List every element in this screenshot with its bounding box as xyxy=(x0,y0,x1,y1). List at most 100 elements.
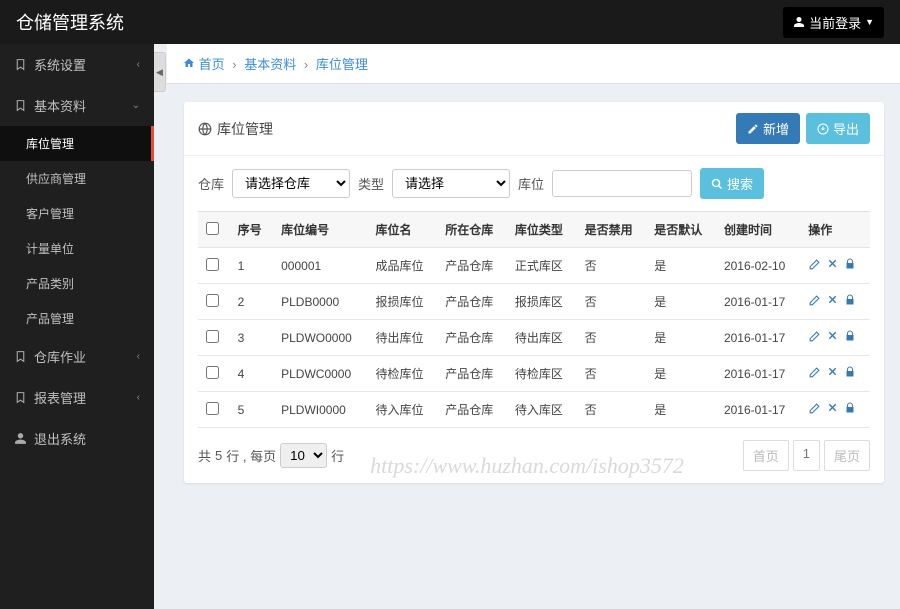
cell-name: 待检库位 xyxy=(368,356,438,392)
sidebar-item-1-5[interactable]: 产品管理 xyxy=(0,301,154,336)
cell-type: 待检库区 xyxy=(507,356,577,392)
lock-icon[interactable] xyxy=(844,366,856,382)
cell-name: 报损库位 xyxy=(368,284,438,320)
row-checkbox[interactable] xyxy=(206,402,219,415)
globe-icon xyxy=(198,122,212,136)
col-header: 序号 xyxy=(230,212,274,248)
pager-first[interactable]: 首页 xyxy=(743,440,789,471)
cell-type: 正式库区 xyxy=(507,248,577,284)
col-header: 是否默认 xyxy=(646,212,716,248)
cell-wh: 产品仓库 xyxy=(437,248,507,284)
content-area: ◀ 首页 › 基本资料 › 库位管理 库位管理 xyxy=(154,44,900,609)
filter-type-select[interactable]: 请选择 xyxy=(392,169,510,198)
data-table: 序号库位编号库位名所在仓库库位类型是否禁用是否默认创建时间操作 1000001成… xyxy=(198,211,870,428)
cell-created: 2016-01-17 xyxy=(716,356,800,392)
sidebar-item-1-1[interactable]: 供应商管理 xyxy=(0,161,154,196)
main-panel: 库位管理 新增 导出 xyxy=(184,102,884,483)
cell-default: 是 xyxy=(646,356,716,392)
cell-created: 2016-01-17 xyxy=(716,320,800,356)
chevron-left-icon: ‹ xyxy=(137,392,140,403)
pager-mid: 行 , 每页 xyxy=(226,446,276,465)
sidebar-group-2[interactable]: 仓库作业‹ xyxy=(0,336,154,377)
cell-disabled: 否 xyxy=(577,248,647,284)
cell-code: PLDB0000 xyxy=(273,284,367,320)
edit-icon[interactable] xyxy=(808,330,821,346)
sidebar-group-0[interactable]: 系统设置‹ xyxy=(0,44,154,85)
panel-title: 库位管理 xyxy=(198,119,273,139)
sidebar-group-1[interactable]: 基本资料⌄ xyxy=(0,85,154,126)
sidebar-item-1-0[interactable]: 库位管理 xyxy=(0,126,154,161)
sidebar-item-1-4[interactable]: 产品类别 xyxy=(0,266,154,301)
per-page-select[interactable]: 10 xyxy=(280,443,327,468)
current-login-button[interactable]: 当前登录 ▼ xyxy=(783,7,884,38)
row-checkbox[interactable] xyxy=(206,330,219,343)
bookmark-icon xyxy=(14,99,27,112)
breadcrumb: 首页 › 基本资料 › 库位管理 xyxy=(167,44,900,84)
lock-icon[interactable] xyxy=(844,330,856,346)
filter-warehouse-label: 仓库 xyxy=(198,174,224,193)
lock-icon[interactable] xyxy=(844,258,856,274)
caret-down-icon: ▼ xyxy=(865,17,874,27)
row-checkbox[interactable] xyxy=(206,366,219,379)
search-button[interactable]: 搜索 xyxy=(700,168,764,199)
sidebar-group-3[interactable]: 报表管理‹ xyxy=(0,377,154,418)
col-header: 所在仓库 xyxy=(437,212,507,248)
edit-icon[interactable] xyxy=(808,258,821,274)
cell-default: 是 xyxy=(646,392,716,428)
delete-icon[interactable] xyxy=(827,258,838,274)
chevron-left-icon: ‹ xyxy=(137,59,140,70)
delete-icon[interactable] xyxy=(827,294,838,310)
breadcrumb-sep: › xyxy=(304,57,308,72)
edit-icon[interactable] xyxy=(808,294,821,310)
cell-code: PLDWO0000 xyxy=(273,320,367,356)
breadcrumb-home[interactable]: 首页 xyxy=(199,57,225,72)
filter-loc-label: 库位 xyxy=(518,174,544,193)
select-all-checkbox[interactable] xyxy=(206,222,219,235)
cell-disabled: 否 xyxy=(577,284,647,320)
panel-header: 库位管理 新增 导出 xyxy=(184,102,884,156)
table-row: 3PLDWO0000待出库位产品仓库待出库区否是2016-01-17 xyxy=(198,320,870,356)
breadcrumb-l1[interactable]: 基本资料 xyxy=(244,57,296,72)
delete-icon[interactable] xyxy=(827,366,838,382)
delete-icon[interactable] xyxy=(827,402,838,418)
sidebar-item-1-2[interactable]: 客户管理 xyxy=(0,196,154,231)
edit-icon[interactable] xyxy=(808,366,821,382)
pager-count: 5 xyxy=(215,448,222,463)
cell-default: 是 xyxy=(646,248,716,284)
sidebar-item-1-3[interactable]: 计量单位 xyxy=(0,231,154,266)
search-icon xyxy=(711,178,723,190)
filter-bar: 仓库 请选择仓库 类型 请选择 库位 搜索 xyxy=(184,156,884,211)
lock-icon[interactable] xyxy=(844,294,856,310)
pager-last[interactable]: 尾页 xyxy=(824,440,870,471)
export-button[interactable]: 导出 xyxy=(806,113,870,144)
breadcrumb-l2[interactable]: 库位管理 xyxy=(316,57,368,72)
col-header: 库位名 xyxy=(368,212,438,248)
sidebar-group-4[interactable]: 退出系统 xyxy=(0,418,154,459)
cell-disabled: 否 xyxy=(577,392,647,428)
lock-icon[interactable] xyxy=(844,402,856,418)
pager-prefix: 共 xyxy=(198,446,211,465)
cell-created: 2016-02-10 xyxy=(716,248,800,284)
table-row: 1000001成品库位产品仓库正式库区否是2016-02-10 xyxy=(198,248,870,284)
bookmark-icon xyxy=(14,350,27,363)
add-button[interactable]: 新增 xyxy=(736,113,800,144)
filter-type-label: 类型 xyxy=(358,174,384,193)
home-icon xyxy=(183,57,195,69)
row-checkbox[interactable] xyxy=(206,258,219,271)
filter-loc-input[interactable] xyxy=(552,170,692,197)
cell-name: 成品库位 xyxy=(368,248,438,284)
sidebar-collapse-handle[interactable]: ◀ xyxy=(154,52,166,92)
table-row: 5PLDWI0000待入库位产品仓库待入库区否是2016-01-17 xyxy=(198,392,870,428)
cell-code: PLDWI0000 xyxy=(273,392,367,428)
pager-page-1[interactable]: 1 xyxy=(793,440,820,471)
row-checkbox[interactable] xyxy=(206,294,219,307)
topbar: 仓储管理系统 当前登录 ▼ xyxy=(0,0,900,44)
edit-icon[interactable] xyxy=(808,402,821,418)
cell-code: 000001 xyxy=(273,248,367,284)
cell-seq: 5 xyxy=(230,392,274,428)
delete-icon[interactable] xyxy=(827,330,838,346)
cell-created: 2016-01-17 xyxy=(716,392,800,428)
cell-disabled: 否 xyxy=(577,320,647,356)
filter-warehouse-select[interactable]: 请选择仓库 xyxy=(232,169,350,198)
pencil-icon xyxy=(747,123,759,135)
